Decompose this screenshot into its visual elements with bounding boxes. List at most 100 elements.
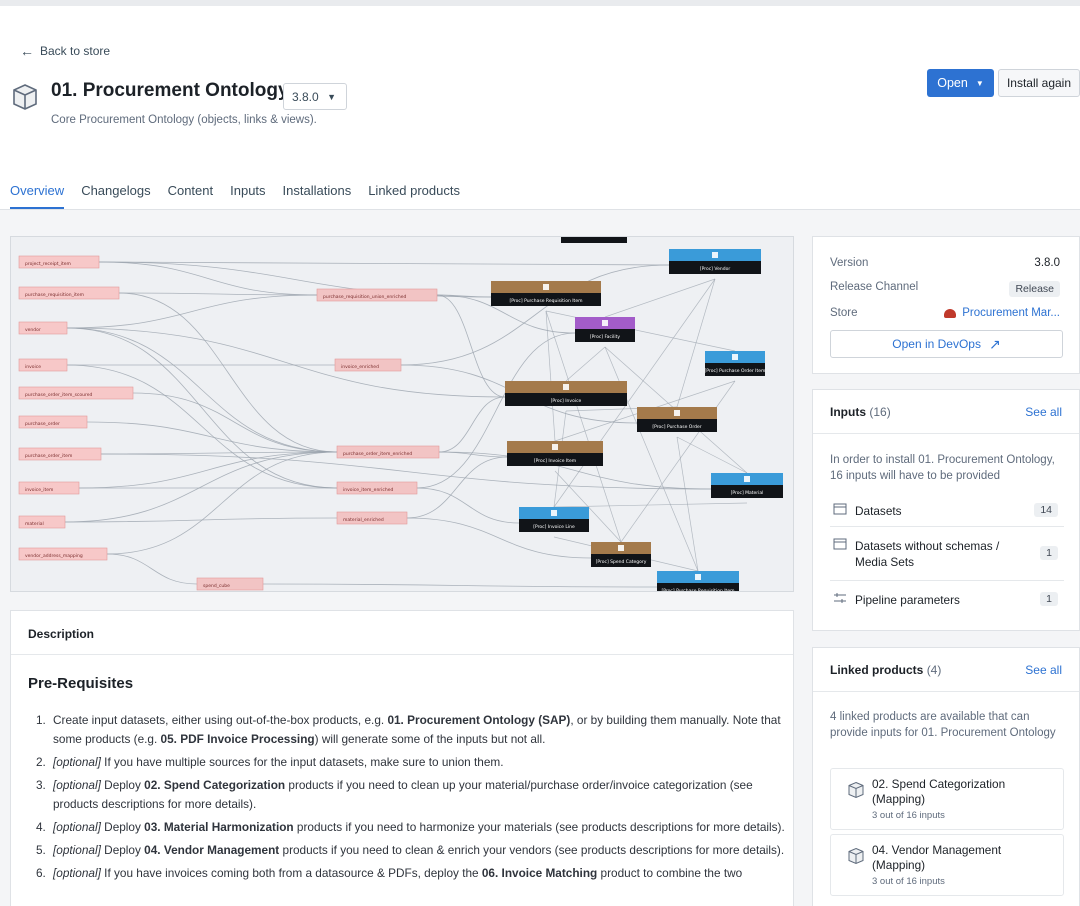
link-edge [545, 310, 736, 352]
step-text: [optional] [53, 843, 101, 857]
tab-installations[interactable]: Installations [283, 183, 352, 209]
tab-changelogs[interactable]: Changelogs [81, 183, 150, 209]
transform-label: invoice_item_enriched [343, 487, 393, 493]
object-type-label: [Proc] Purchase Order Item [705, 368, 766, 374]
object-icon [732, 354, 738, 360]
prerequisite-step: 2. [optional] If you have multiple source… [28, 753, 788, 772]
input-row-datasets[interactable]: Datasets 14 [833, 503, 1058, 519]
object-node-partial [561, 237, 627, 243]
divider [830, 580, 1064, 581]
link-edge [545, 310, 556, 442]
step-number: 1. [36, 713, 46, 727]
divider [830, 526, 1064, 527]
input-dataset-label: material [25, 521, 44, 527]
object-icon [543, 284, 549, 290]
object-icon [744, 476, 750, 482]
lineage-edge [66, 294, 318, 329]
step-text: product to combine the two [597, 866, 743, 880]
tab-content[interactable]: Content [168, 183, 214, 209]
arrow-left-icon: ← [20, 43, 34, 59]
release-channel-row: Release Channel Release [830, 281, 1060, 297]
prerequisite-step: 6. [optional] If you have invoices coming… [28, 864, 788, 883]
link-edge [676, 278, 716, 408]
install-again-button[interactable]: Install again [998, 69, 1080, 97]
object-icon [712, 252, 718, 258]
tab-linked-products[interactable]: Linked products [368, 183, 460, 209]
input-dataset-label: vendor [25, 327, 41, 333]
input-dataset-label: invoice [25, 364, 41, 370]
caret-down-icon: ▼ [975, 78, 984, 88]
tab-inputs[interactable]: Inputs [230, 183, 265, 209]
inputs-title: Inputs (16) [830, 405, 891, 419]
page-title: 01. Procurement Ontology [51, 80, 289, 101]
step-text: 02. Spend Categorization [144, 778, 286, 792]
caret-down-icon: ▼ [327, 91, 336, 102]
linked-product-inputs: 3 out of 16 inputs [872, 810, 945, 821]
input-dataset-label: vendor_address_mapping [25, 553, 83, 559]
inputs-see-all-link[interactable]: See all [1025, 405, 1062, 419]
step-text: 03. Material Harmonization [144, 820, 294, 834]
input-row-pipeline-parameters[interactable]: Pipeline parameters 1 [833, 592, 1058, 608]
object-icon [551, 510, 557, 516]
step-text: [optional] [53, 778, 101, 792]
product-header [0, 6, 1080, 210]
prerequisites-list: 1. Create input datasets, either using ou… [28, 711, 788, 887]
store-row: Store Procurement Mar... [830, 307, 1060, 319]
transform-label: invoice_enriched [341, 364, 379, 370]
version-label: Version [830, 257, 869, 269]
lineage-edge [66, 327, 338, 489]
external-link-icon: ↗ [988, 335, 1001, 352]
linked-see-all-link[interactable]: See all [1025, 663, 1062, 677]
inputs-card: Inputs (16) See all In order to install … [812, 389, 1080, 631]
inputs-note: In order to install 01. Procurement Onto… [830, 454, 1055, 482]
object-icon [602, 320, 608, 326]
input-row-label: Datasets without schemas / Media Sets [855, 539, 1000, 569]
open-button[interactable]: Open ▼ [927, 69, 994, 97]
link-edge [565, 346, 606, 382]
object-type-label: [Proc] Invoice Line [533, 524, 575, 530]
open-in-devops-button[interactable]: Open in DevOps ↗ [830, 330, 1063, 358]
object-type-label: [Proc] Vendor [700, 266, 731, 272]
prerequisites-heading: Pre-Requisites [28, 675, 134, 692]
prerequisite-step: 5. [optional] Deploy 04. Vendor Managemen… [28, 841, 788, 860]
input-row-label: Datasets [855, 504, 902, 518]
step-number: 5. [36, 843, 46, 857]
link-edge [620, 380, 736, 543]
input-row-count: 14 [1034, 503, 1058, 517]
object-icon [618, 545, 624, 551]
linked-product-item[interactable]: 02. Spend Categorization (Mapping) 3 out… [830, 768, 1064, 830]
store-label: Store [830, 307, 858, 319]
input-row-count: 1 [1040, 592, 1058, 606]
release-channel-label: Release Channel [830, 281, 919, 293]
version-dropdown[interactable]: 3.8.0 ▼ [283, 83, 347, 110]
object-type-label: [Proc] Facility [590, 334, 620, 340]
inputs-title-text: Inputs [830, 405, 866, 419]
linked-product-name: 02. Spend Categorization (Mapping) [872, 777, 1006, 806]
step-text: 04. Vendor Management [144, 843, 280, 857]
step-text: [optional] [53, 755, 101, 769]
transform-label: purchase_requisition_union_enriched [323, 294, 406, 300]
product-cube-icon [848, 847, 864, 865]
input-row-count: 1 [1040, 546, 1058, 560]
store-link[interactable]: Procurement Mar... [944, 307, 1060, 319]
lineage-edge [86, 421, 338, 453]
lineage-edge [66, 327, 506, 398]
product-subtitle: Core Procurement Ontology (objects, link… [51, 114, 317, 126]
step-text: 06. Invoice Matching [481, 866, 598, 880]
metadata-card: Version 3.8.0 Release Channel Release St… [812, 236, 1080, 374]
table-icon [833, 503, 847, 515]
linked-product-inputs: 3 out of 16 inputs [872, 876, 945, 887]
product-cube-icon [13, 84, 37, 110]
devops-label: Open in DevOps [892, 337, 981, 351]
tab-overview[interactable]: Overview [10, 183, 65, 209]
lineage-edge [262, 583, 658, 588]
linked-product-name: 04. Vendor Management (Mapping) [872, 843, 1002, 872]
linked-product-item[interactable]: 04. Vendor Management (Mapping) 3 out of… [830, 834, 1064, 896]
lineage-graph-canvas: project_receipt_item purchase_requisition… [18, 237, 783, 591]
step-text: ) will generate some of the inputs but n… [314, 732, 546, 746]
lineage-edge [106, 553, 198, 585]
back-to-store-link[interactable]: ← Back to store [20, 44, 110, 58]
input-row-media-sets[interactable]: Datasets without schemas / Media Sets 1 [833, 538, 1058, 570]
release-badge: Release [1009, 281, 1060, 297]
lineage-graph-preview[interactable]: project_receipt_item purchase_requisition… [10, 236, 794, 592]
